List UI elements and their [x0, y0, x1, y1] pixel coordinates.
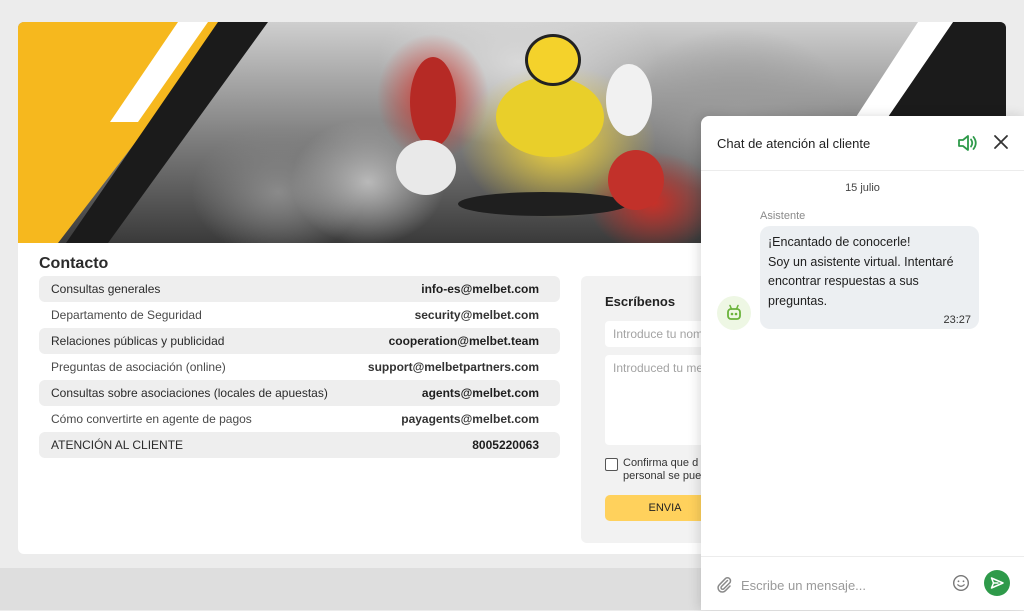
contact-title: Contacto	[39, 255, 109, 272]
contact-label: ATENCIÓN AL CLIENTE	[51, 438, 184, 452]
contact-row: ATENCIÓN AL CLIENTE 8005220063	[39, 432, 560, 458]
support-chat-widget: Chat de atención al cliente 15 julio Asi…	[701, 116, 1024, 610]
assistant-message-bubble: ¡Encantado de conocerle! Soy un asistent…	[760, 226, 979, 329]
contact-value[interactable]: payagents@melbet.com	[401, 412, 539, 426]
banner-figure	[608, 150, 664, 210]
banner-figure	[525, 34, 581, 86]
robot-icon	[727, 304, 741, 320]
chat-message-input[interactable]	[739, 573, 943, 597]
contact-row: Preguntas de asociación (online) support…	[39, 354, 560, 380]
write-to-us-panel: Escríbenos Introduce tu nom Introduced t…	[581, 276, 725, 543]
banner-figure	[396, 140, 456, 195]
consent-checkbox[interactable]	[605, 458, 618, 471]
contact-value[interactable]: security@melbet.com	[415, 308, 539, 322]
chat-header: Chat de atención al cliente	[701, 116, 1024, 171]
speaker-icon[interactable]	[956, 133, 978, 153]
write-title: Escríbenos	[605, 294, 676, 309]
contact-row: Cómo convertirte en agente de pagos paya…	[39, 406, 560, 432]
chat-title: Chat de atención al cliente	[717, 136, 871, 151]
message-text: ¡Encantado de conocerle! Soy un asistent…	[768, 235, 954, 308]
message-time: 23:27	[943, 314, 971, 326]
contact-value[interactable]: agents@melbet.com	[422, 386, 539, 400]
contact-row: Relaciones públicas y publicidad coopera…	[39, 328, 560, 354]
contact-row: Consultas sobre asociaciones (locales de…	[39, 380, 560, 406]
contact-label: Cómo convertirte en agente de pagos	[51, 412, 252, 426]
contact-label: Preguntas de asociación (online)	[51, 360, 226, 374]
contact-label: Departamento de Seguridad	[51, 308, 202, 322]
contact-value[interactable]: info-es@melbet.com	[421, 282, 539, 296]
contact-list: Consultas generales info-es@melbet.com D…	[39, 276, 560, 458]
message-sender: Asistente	[760, 210, 806, 222]
paper-plane-icon	[990, 577, 1004, 589]
banner-figure	[496, 77, 604, 157]
send-message-button[interactable]	[984, 570, 1010, 596]
contact-label: Consultas sobre asociaciones (locales de…	[51, 386, 328, 400]
paperclip-icon[interactable]	[715, 575, 733, 593]
contact-label: Consultas generales	[51, 282, 161, 296]
contact-value[interactable]: 8005220063	[472, 438, 539, 452]
chat-date: 15 julio	[845, 182, 880, 194]
contact-value[interactable]: cooperation@melbet.team	[389, 334, 539, 348]
banner-figure	[410, 57, 456, 147]
banner-figure	[606, 64, 652, 136]
emoji-icon[interactable]	[952, 574, 970, 592]
close-icon[interactable]	[992, 133, 1010, 151]
contact-row: Departamento de Seguridad security@melbe…	[39, 302, 560, 328]
assistant-avatar	[717, 296, 751, 330]
contact-row: Consultas generales info-es@melbet.com	[39, 276, 560, 302]
contact-label: Relaciones públicas y publicidad	[51, 334, 225, 348]
chat-input-bar	[701, 556, 1024, 611]
contact-value[interactable]: support@melbetpartners.com	[368, 360, 539, 374]
consent-label: Confirma que d personal se pue	[623, 457, 702, 482]
banner-figure	[458, 192, 628, 216]
